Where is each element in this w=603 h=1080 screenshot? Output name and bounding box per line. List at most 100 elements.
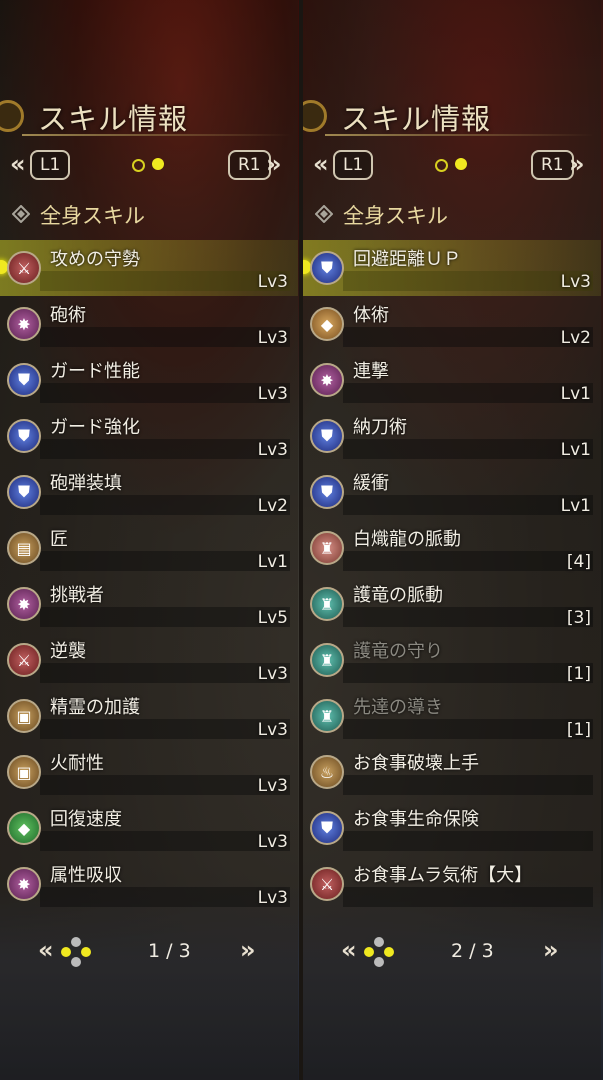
skill-row[interactable]: ✸ 挑戦者 Lv5 (0, 576, 298, 632)
l1-button[interactable]: L1 (30, 150, 71, 180)
level-bar (40, 887, 290, 907)
skill-row[interactable]: ▣ 精霊の加護 Lv3 (0, 688, 298, 744)
skill-row[interactable]: ♨ お食事破壊上手 (303, 744, 601, 800)
tab-dot-inactive (132, 159, 145, 172)
level-bar (40, 495, 290, 515)
skill-row[interactable]: ✸ 連撃 Lv1 (303, 352, 601, 408)
level-bar (343, 439, 593, 459)
skill-level: Lv1 (560, 384, 591, 404)
skill-name: 護竜の守り (353, 641, 443, 662)
tab-dot-active (152, 158, 164, 170)
level-bar (40, 551, 290, 571)
skill-name: 体術 (353, 305, 389, 326)
skill-name: 匠 (50, 529, 68, 550)
skill-row[interactable]: ⚔ 攻めの守勢 Lv3 (0, 240, 298, 296)
page-prev-icon[interactable]: « (38, 936, 54, 964)
skill-row[interactable]: ◆ 回復速度 Lv3 (0, 800, 298, 856)
skill-row[interactable]: ♜ 先達の導き [1] (303, 688, 601, 744)
tab-indicator (435, 158, 469, 172)
tab-indicator (132, 158, 166, 172)
skill-level: Lv3 (257, 720, 288, 740)
scroll-tan-icon: ▤ (7, 531, 41, 565)
skill-level: Lv1 (560, 496, 591, 516)
chevron-right-icon[interactable]: » (569, 150, 585, 178)
skill-row[interactable]: ⛊ ガード性能 Lv3 (0, 352, 298, 408)
skill-list: ⚔ 攻めの守勢 Lv3 ✸ 砲術 Lv3 ⛊ ガード性能 Lv3 ⛊ ガード強化 Lv3 ⛊ 砲弾装填 Lv… (0, 240, 298, 912)
food-tan-icon: ♨ (310, 755, 344, 789)
l1-button[interactable]: L1 (333, 150, 374, 180)
chevron-left-icon[interactable]: « (10, 150, 26, 178)
tab-dot-active (455, 158, 467, 170)
chevron-right-icon[interactable]: » (266, 150, 282, 178)
panel-title: スキル情報 (341, 102, 492, 136)
r1-button[interactable]: R1 (228, 150, 271, 180)
page-next-icon[interactable]: » (543, 936, 559, 964)
page-number: 1 / 3 (148, 940, 191, 962)
skill-row[interactable]: ✸ 砲術 Lv3 (0, 296, 298, 352)
level-bar (343, 327, 593, 347)
chevron-left-icon[interactable]: « (313, 150, 329, 178)
skill-name: お食事ムラ気術【大】 (353, 865, 533, 886)
skill-row[interactable]: ◆ 体術 Lv2 (303, 296, 601, 352)
page-navigation: « 2 / 3 » (303, 932, 601, 972)
dragon-pink-icon: ♜ (310, 531, 344, 565)
shield-blue-icon: ⛊ (7, 363, 41, 397)
page-navigation: « 1 / 3 » (0, 932, 298, 972)
skill-panel-page-2: スキル情報 «L1 R1» 全身スキル ⛊ 回避距離ＵＰ Lv3 ◆ 体術 Lv2 ✸ 連撃 Lv1 ⛊ 納… (303, 0, 601, 1080)
level-bar (40, 383, 290, 403)
level-bar (343, 271, 593, 291)
skill-name: ガード強化 (50, 417, 140, 438)
skill-level: Lv3 (257, 776, 288, 796)
skill-row[interactable]: ▣ 火耐性 Lv3 (0, 744, 298, 800)
skill-name: 先達の導き (353, 697, 443, 718)
skill-name: 挑戦者 (50, 585, 104, 606)
level-bar (343, 607, 593, 627)
skill-level: [4] (566, 552, 591, 572)
title-underline (22, 134, 292, 136)
skill-row[interactable]: ♜ 白熾龍の脈動 [4] (303, 520, 601, 576)
crest-tan-icon: ▣ (7, 699, 41, 733)
menu-emblem-icon (0, 100, 24, 132)
skill-level: Lv5 (257, 608, 288, 628)
panel-header: スキル情報 (0, 88, 298, 144)
page-next-icon[interactable]: » (240, 936, 256, 964)
page-prev-icon[interactable]: « (341, 936, 357, 964)
lance-red-icon: ⚔ (310, 867, 344, 901)
level-bar (343, 887, 593, 907)
armor-set-icon (314, 204, 334, 224)
skill-row[interactable]: ▤ 匠 Lv1 (0, 520, 298, 576)
skill-name: 属性吸収 (50, 865, 122, 886)
skill-level: Lv3 (257, 328, 288, 348)
skill-row[interactable]: ⚔ 逆襲 Lv3 (0, 632, 298, 688)
skill-row[interactable]: ⛊ ガード強化 Lv3 (0, 408, 298, 464)
skill-list: ⛊ 回避距離ＵＰ Lv3 ◆ 体術 Lv2 ✸ 連撃 Lv1 ⛊ 納刀術 Lv1 ⛊ 緩衝 Lv1 ♜ 白熾龍の… (303, 240, 601, 912)
skill-name: 回避距離ＵＰ (353, 249, 461, 270)
skill-level: Lv3 (257, 384, 288, 404)
skill-row[interactable]: ♜ 護竜の脈動 [3] (303, 576, 601, 632)
skill-name: 火耐性 (50, 753, 104, 774)
level-bar (40, 775, 290, 795)
level-bar (343, 495, 593, 515)
level-bar (343, 831, 593, 851)
skill-row[interactable]: ♜ 護竜の守り [1] (303, 632, 601, 688)
title-underline (325, 134, 595, 136)
skill-row[interactable]: ⛊ お食事生命保険 (303, 800, 601, 856)
level-bar (40, 439, 290, 459)
r1-button[interactable]: R1 (531, 150, 574, 180)
level-bar (343, 775, 593, 795)
skill-row[interactable]: ⛊ 回避距離ＵＰ Lv3 (303, 240, 601, 296)
section-label: 全身スキル (343, 204, 448, 228)
skill-level: Lv3 (257, 272, 288, 292)
skill-name: 砲術 (50, 305, 86, 326)
skill-level: Lv3 (257, 664, 288, 684)
skill-row[interactable]: ⚔ お食事ムラ気術【大】 (303, 856, 601, 912)
skill-name: 攻めの守勢 (50, 249, 140, 270)
dragon-teal-icon: ♜ (310, 587, 344, 621)
section-header: 全身スキル (0, 196, 298, 232)
skill-row[interactable]: ✸ 属性吸収 Lv3 (0, 856, 298, 912)
skill-row[interactable]: ⛊ 納刀術 Lv1 (303, 408, 601, 464)
skill-row[interactable]: ⛊ 緩衝 Lv1 (303, 464, 601, 520)
shield-blue-icon: ⛊ (7, 419, 41, 453)
skill-name: 砲弾装填 (50, 473, 122, 494)
skill-row[interactable]: ⛊ 砲弾装填 Lv2 (0, 464, 298, 520)
